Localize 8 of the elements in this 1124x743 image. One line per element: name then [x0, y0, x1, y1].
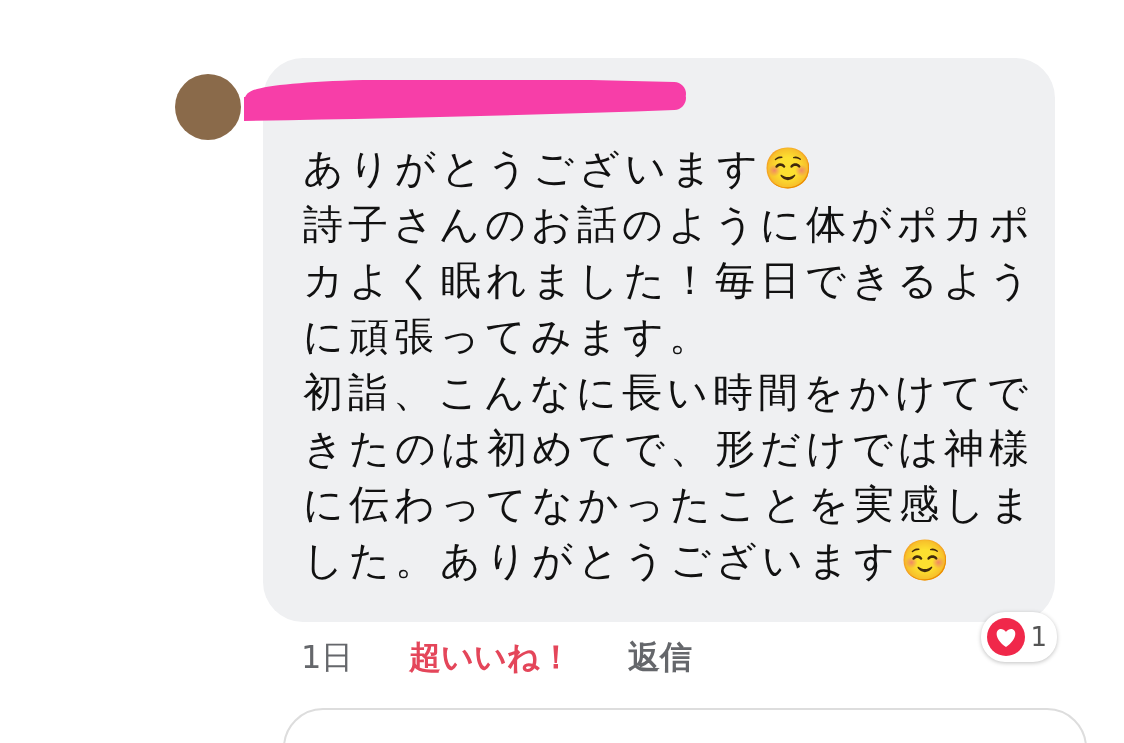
comment-text: ありがとうございます☺	[303, 144, 819, 193]
reaction-count: 1	[1030, 622, 1047, 652]
reaction-badge[interactable]: 1	[981, 612, 1057, 662]
love-reaction-link[interactable]: 超いいね！	[409, 636, 573, 680]
comment-time: 1日	[301, 637, 354, 678]
reply-link[interactable]: 返信	[628, 636, 693, 680]
comment-text: 初詣、こんなに長い時間をかけてできたのは初めてで、形だけでは神様に伝わってなかったことを実感しました。ありがとうございます☺	[303, 368, 1037, 585]
comment-text: 詩子さんのお話のように体がポカポカよく眠れました！毎日できるように頑張ってみます。	[303, 200, 1036, 361]
